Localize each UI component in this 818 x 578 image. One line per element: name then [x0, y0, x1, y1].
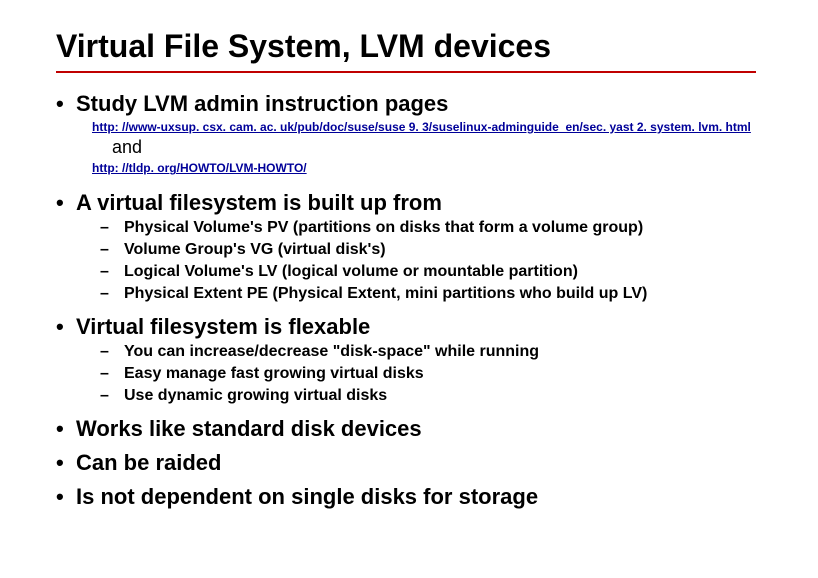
bullet-marker: •: [56, 416, 76, 442]
dash-marker: –: [100, 241, 124, 259]
bullet-can-be-raided: • Can be raided: [56, 450, 770, 476]
dash-marker: –: [100, 285, 124, 303]
dash-marker: –: [100, 263, 124, 281]
bullet-standard-disk: • Works like standard disk devices: [56, 416, 770, 442]
bullet-marker: •: [56, 450, 76, 476]
link-tldp-howto[interactable]: http: //tldp. org/HOWTO/LVM-HOWTO/: [92, 161, 770, 175]
dash-marker: –: [100, 343, 124, 361]
and-text: and: [112, 137, 770, 158]
dash-marker: –: [100, 219, 124, 237]
sub-text: Easy manage fast growing virtual disks: [124, 364, 424, 384]
bullet-label: Can be raided: [76, 450, 221, 476]
bullet-label: Is not dependent on single disks for sto…: [76, 484, 538, 510]
sub-bullet-vg: –Volume Group's VG (virtual disk's): [100, 240, 770, 260]
sub-text: Physical Volume's PV (partitions on disk…: [124, 218, 643, 238]
bullet-vfs-flexable: • Virtual filesystem is flexable: [56, 314, 770, 340]
bullet-study-lvm: • Study LVM admin instruction pages: [56, 91, 770, 117]
bullet-marker: •: [56, 314, 76, 340]
sub-text: Logical Volume's LV (logical volume or m…: [124, 262, 578, 282]
bullet-marker: •: [56, 91, 76, 117]
sub-text: Use dynamic growing virtual disks: [124, 386, 387, 406]
sub-bullet-increase-decrease: –You can increase/decrease "disk-space" …: [100, 342, 770, 362]
bullet-label: Study LVM admin instruction pages: [76, 91, 448, 117]
bullet-marker: •: [56, 190, 76, 216]
bullet-not-dependent: • Is not dependent on single disks for s…: [56, 484, 770, 510]
sub-bullet-easy-manage: –Easy manage fast growing virtual disks: [100, 364, 770, 384]
dash-marker: –: [100, 387, 124, 405]
sub-bullet-lv: –Logical Volume's LV (logical volume or …: [100, 262, 770, 282]
dash-marker: –: [100, 365, 124, 383]
sub-text: Volume Group's VG (virtual disk's): [124, 240, 386, 260]
bullet-label: A virtual filesystem is built up from: [76, 190, 442, 216]
bullet-label: Virtual filesystem is flexable: [76, 314, 370, 340]
slide-title: Virtual File System, LVM devices: [56, 28, 770, 65]
bullet-marker: •: [56, 484, 76, 510]
bullet-label: Works like standard disk devices: [76, 416, 422, 442]
sub-bullet-pv: –Physical Volume's PV (partitions on dis…: [100, 218, 770, 238]
bullet-virtual-fs-built: • A virtual filesystem is built up from: [56, 190, 770, 216]
link-suse-admin-guide[interactable]: http: //www-uxsup. csx. cam. ac. uk/pub/…: [92, 120, 770, 134]
title-underline: [56, 71, 756, 73]
sub-bullet-pe: –Physical Extent PE (Physical Extent, mi…: [100, 284, 770, 304]
sub-text: Physical Extent PE (Physical Extent, min…: [124, 284, 647, 304]
sub-text: You can increase/decrease "disk-space" w…: [124, 342, 539, 362]
sub-bullet-dynamic-growing: –Use dynamic growing virtual disks: [100, 386, 770, 406]
